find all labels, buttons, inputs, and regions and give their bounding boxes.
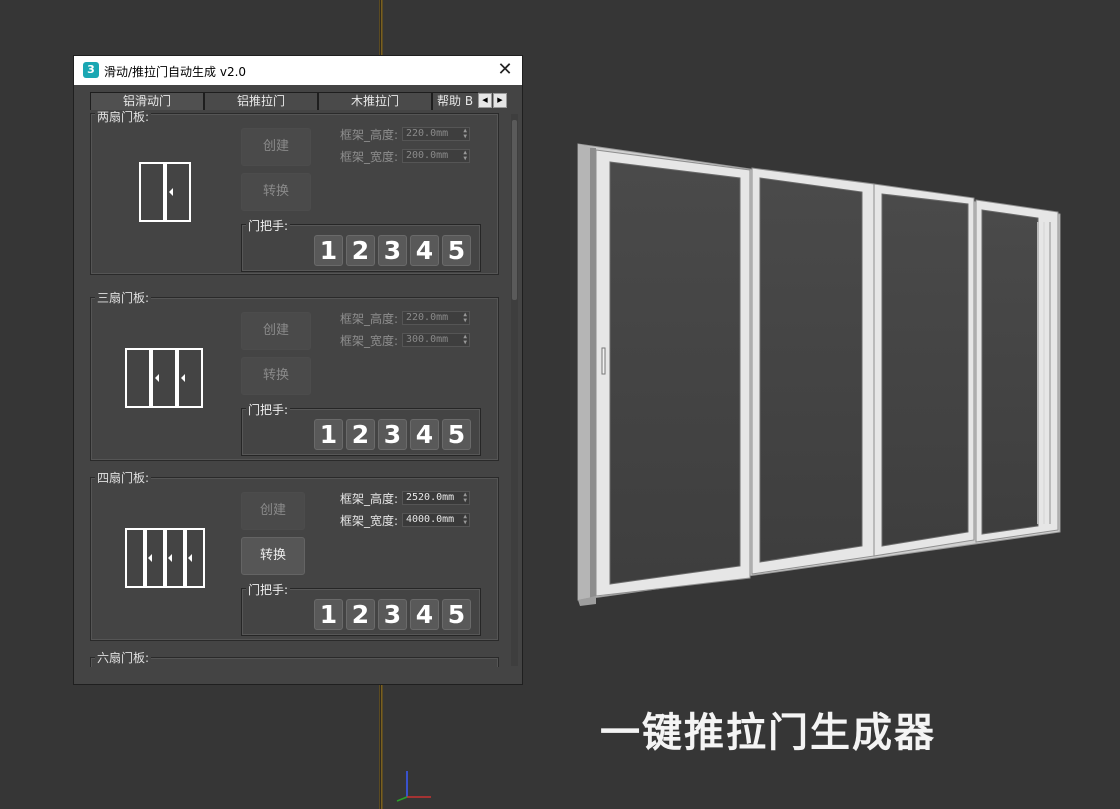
convert-button[interactable]: 转换 xyxy=(241,537,305,575)
title-bar[interactable]: 3 滑动/推拉门自动生成 v2.0 ✕ xyxy=(74,56,522,85)
frame-width-label: 框架_宽度: xyxy=(340,514,399,528)
handle-style-4-button[interactable]: 4 xyxy=(410,419,439,450)
handle-style-3-button[interactable]: 3 xyxy=(378,419,407,450)
tab-scroll-right-icon[interactable]: ▶ xyxy=(493,93,507,108)
axis-gizmo-icon xyxy=(396,771,431,802)
create-button[interactable]: 创建 xyxy=(241,492,305,530)
create-button[interactable]: 创建 xyxy=(241,128,311,166)
handle-style-4-button[interactable]: 4 xyxy=(410,599,439,630)
convert-button[interactable]: 转换 xyxy=(241,357,311,395)
create-button[interactable]: 创建 xyxy=(241,312,311,350)
spinner-arrows-icon[interactable]: ▲ ▼ xyxy=(463,150,467,162)
spinner-arrows-icon[interactable]: ▲ ▼ xyxy=(463,312,467,324)
frame-width-spinner[interactable]: 4000.0mm ▲ ▼ xyxy=(402,513,470,527)
frame-height-spinner[interactable]: 220.0mm ▲ ▼ xyxy=(402,311,470,325)
rollout-scrollbar[interactable] xyxy=(511,114,518,666)
frame-height-value: 220.0mm xyxy=(406,312,449,323)
spinner-arrows-icon[interactable]: ▲ ▼ xyxy=(463,334,467,346)
spinner-arrows-icon[interactable]: ▲ ▼ xyxy=(463,492,467,504)
four-panel-door-icon xyxy=(125,528,205,588)
group-label: 两扇门板: xyxy=(95,111,152,125)
tab-wood-push-pull-door[interactable]: 木推拉门 xyxy=(318,92,432,110)
frame-width-value: 300.0mm xyxy=(406,334,449,345)
tab-help[interactable]: 帮助 B xyxy=(432,92,478,110)
tab-scroll-left-icon[interactable]: ◀ xyxy=(478,93,492,108)
window-title: 滑动/推拉门自动生成 v2.0 xyxy=(104,65,247,79)
handle-style-1-button[interactable]: 1 xyxy=(314,419,343,450)
tab-aluminum-sliding-door[interactable]: 铝滑动门 xyxy=(90,92,204,110)
group-label: 四扇门板: xyxy=(95,469,152,486)
frame-width-label: 框架_宽度: xyxy=(340,334,399,348)
group-label: 六扇门板: xyxy=(95,649,152,666)
frame-height-label: 框架_高度: xyxy=(340,128,399,142)
frame-width-spinner[interactable]: 200.0mm ▲ ▼ xyxy=(402,149,470,163)
slogan-text: 一键推拉门生成器 xyxy=(600,710,936,756)
frame-width-spinner[interactable]: 300.0mm ▲ ▼ xyxy=(402,333,470,347)
handle-style-5-button[interactable]: 5 xyxy=(442,599,471,630)
handle-style-2-button[interactable]: 2 xyxy=(346,599,375,630)
rollout-content: 两扇门板: 创建 转换 框架_高度: 220.0mm ▲ ▼ 框架_宽度: 200.… xyxy=(80,111,500,667)
handle-style-5-button[interactable]: 5 xyxy=(442,235,471,266)
handle-style-2-button[interactable]: 2 xyxy=(346,235,375,266)
spinner-arrows-icon[interactable]: ▲ ▼ xyxy=(463,514,467,526)
handle-style-1-button[interactable]: 1 xyxy=(314,235,343,266)
tab-bar: 铝滑动门 铝推拉门 木推拉门 帮助 B xyxy=(90,92,510,110)
frame-width-value: 200.0mm xyxy=(406,150,449,161)
handle-style-5-button[interactable]: 5 xyxy=(442,419,471,450)
frame-width-value: 4000.0mm xyxy=(406,514,455,525)
spinner-arrows-icon[interactable]: ▲ ▼ xyxy=(463,128,467,140)
frame-width-label: 框架_宽度: xyxy=(340,150,399,164)
frame-height-spinner[interactable]: 220.0mm ▲ ▼ xyxy=(402,127,470,141)
group-label: 三扇门板: xyxy=(95,289,152,306)
two-panel-group: 两扇门板: 创建 转换 框架_高度: 220.0mm ▲ ▼ 框架_宽度: 200.… xyxy=(90,111,499,275)
door-handle-box: 门把手: 1 2 3 4 5 xyxy=(241,401,481,456)
door-handle-label: 门把手: xyxy=(246,401,291,418)
handle-style-4-button[interactable]: 4 xyxy=(410,235,439,266)
door-handle-box: 门把手: 1 2 3 4 5 xyxy=(241,217,481,272)
door-handle-box: 门把手: 1 2 3 4 5 xyxy=(241,581,481,636)
handle-style-3-button[interactable]: 3 xyxy=(378,235,407,266)
two-panel-door-icon xyxy=(139,162,191,222)
scrollbar-thumb[interactable] xyxy=(512,120,517,300)
app-3dsmax-icon: 3 xyxy=(83,62,99,78)
handle-style-1-button[interactable]: 1 xyxy=(314,599,343,630)
script-dialog: 3 滑动/推拉门自动生成 v2.0 ✕ 铝滑动门 铝推拉门 木推拉门 帮助 B … xyxy=(73,55,523,685)
three-panel-door-icon xyxy=(125,348,203,408)
handle-style-2-button[interactable]: 2 xyxy=(346,419,375,450)
handle-style-3-button[interactable]: 3 xyxy=(378,599,407,630)
frame-height-spinner[interactable]: 2520.0mm ▲ ▼ xyxy=(402,491,470,505)
three-panel-group: 三扇门板: 创建 转换 框架_高度: 220.0mm ▲ ▼ 框架_宽度: 300.… xyxy=(90,289,499,461)
door-handle-label: 门把手: xyxy=(246,581,291,598)
four-panel-group: 四扇门板: 创建 转换 框架_高度: 2520.0mm ▲ ▼ 框架_宽度: 400… xyxy=(90,469,499,641)
sliding-door-3d-preview xyxy=(577,143,1061,606)
frame-height-value: 220.0mm xyxy=(406,128,449,139)
six-panel-group: 六扇门板: xyxy=(90,649,499,667)
close-icon[interactable]: ✕ xyxy=(494,59,516,81)
frame-height-label: 框架_高度: xyxy=(340,492,399,506)
frame-height-value: 2520.0mm xyxy=(406,492,455,503)
tab-scroll-arrows: ◀ ▶ xyxy=(478,93,508,108)
frame-height-label: 框架_高度: xyxy=(340,312,399,326)
door-handle-label: 门把手: xyxy=(246,217,291,234)
convert-button[interactable]: 转换 xyxy=(241,173,311,211)
tab-aluminum-push-pull-door[interactable]: 铝推拉门 xyxy=(204,92,318,110)
